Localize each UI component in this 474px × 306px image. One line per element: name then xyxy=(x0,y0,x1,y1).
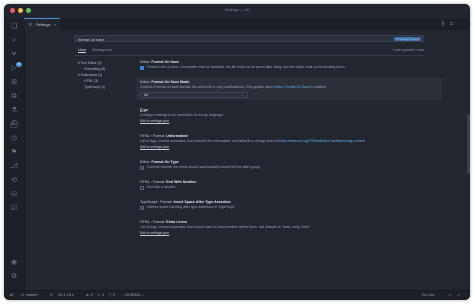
title-bar: Settings — nb xyxy=(4,4,470,19)
edit-in-settings-json-link[interactable]: Edit in settings.json xyxy=(140,231,438,236)
sync-icon[interactable]: ⟳ xyxy=(50,293,53,297)
vscode-window: Settings — nb ❏ ⌕ ⑂ 8 ▷ ⊞ ⧉ ⚗ ⛴ ◷ ⚑ ⎇ ⟲ … xyxy=(4,4,470,300)
git-graph-icon[interactable]: ⎇ xyxy=(9,162,19,172)
files-icon[interactable]: ❏ xyxy=(9,22,19,32)
editor-tab-bar: ≡ Settings × ⎘ ◫ ⋯ xyxy=(24,18,470,30)
testing-icon[interactable]: ⚗ xyxy=(9,106,19,116)
more-actions-icon[interactable]: ⋯ xyxy=(458,21,464,26)
account-icon[interactable]: ◉ xyxy=(9,258,19,268)
end-with-newline-checkbox[interactable] xyxy=(140,185,144,190)
search-icon[interactable]: ⌕ xyxy=(9,36,19,46)
format-on-save-mode-select[interactable]: file ⌄ xyxy=(140,92,248,98)
status-bar: ⇄ ⎇ master* ⟳ Go 1.18.1 ⊗ 0 ⚠ 0 ⓘ 0 -- N… xyxy=(4,290,470,300)
remote-icon[interactable]: ⇄ xyxy=(10,293,13,297)
settings-toc: ▾ Text Editor (5) Formatting (5) ▾ Exten… xyxy=(78,60,134,90)
tab-user[interactable]: User xyxy=(78,47,87,53)
settings-scrollbar[interactable] xyxy=(466,58,470,290)
setting-description: List of tags, comma separated, that shou… xyxy=(140,225,311,229)
settings-found-badge: 9 Settings Found xyxy=(394,37,421,41)
database-icon[interactable]: ⛁ xyxy=(9,190,19,200)
feedback-icon[interactable]: ☺ xyxy=(448,293,452,297)
error-count[interactable]: 0 xyxy=(91,293,93,297)
remote-explorer-icon[interactable]: ⧉ xyxy=(9,92,19,102)
select-value: file xyxy=(144,93,149,97)
search-value: format on save xyxy=(78,37,105,42)
setting-description: List of tags, comma separated, that shou… xyxy=(140,139,366,143)
tab-close-icon[interactable]: × xyxy=(54,22,56,27)
run-debug-icon[interactable]: ▷ xyxy=(9,64,19,74)
todo-icon[interactable]: ☑ xyxy=(9,204,19,214)
tab-workspace[interactable]: Workspace xyxy=(92,47,112,52)
branch-icon: ⎇ xyxy=(20,293,25,297)
chevron-down-icon: ⌄ xyxy=(241,93,244,97)
setting-link[interactable]: https://www.w3.org/TR/html5/dom.html#phr… xyxy=(279,139,364,143)
setting-description: Format a file on save. A formatter must … xyxy=(147,65,346,69)
go-live-button[interactable]: Go Live xyxy=(422,293,434,297)
scroll-thumb[interactable] xyxy=(467,114,470,174)
warning-icon[interactable]: ⚠ xyxy=(97,293,100,297)
source-control-icon[interactable]: ⑂ xyxy=(9,50,19,60)
setting-html-end-with-newline: HTML › Format: End With Newline End with… xyxy=(136,178,442,192)
activity-bar: ❏ ⌕ ⑂ 8 ▷ ⊞ ⧉ ⚗ ⛴ ◷ ⚑ ⎇ ⟲ ⛁ ☑ ◉ ⚙ xyxy=(4,18,25,290)
edit-in-settings-json-link[interactable]: Edit in settings.json xyxy=(140,119,438,124)
setting-description: Configure settings to be overridden for … xyxy=(140,113,224,117)
open-settings-json-icon[interactable]: ⎘ xyxy=(442,21,447,26)
settings-search-input[interactable]: format on save 9 Settings Found xyxy=(74,35,424,42)
window-title: Settings — nb xyxy=(224,7,250,12)
go-version[interactable]: Go 1.18.1 xyxy=(58,293,74,297)
bookmark-icon[interactable]: ⚑ xyxy=(9,148,19,158)
settings-list: Editor: Format On Save Format a file on … xyxy=(136,58,442,290)
setting-description: End with a newline. xyxy=(147,185,177,189)
vim-mode: -- NORMAL -- xyxy=(122,293,145,297)
manage-gear-icon[interactable]: ⚙ xyxy=(9,272,19,282)
info-count[interactable]: 0 xyxy=(113,293,115,297)
docker-icon[interactable]: ⛴ xyxy=(9,120,19,130)
setting-html-unformatted: HTML › Format: Unformatted List of tags,… xyxy=(136,132,442,152)
git-branch[interactable]: master* xyxy=(26,293,38,297)
setting-html-extra-liners: HTML › Format: Extra Liners List of tags… xyxy=(136,218,442,238)
settings-scope-tabs: User Workspace Last synced: now xyxy=(74,47,424,56)
editor-actions: ⎘ ◫ ⋯ xyxy=(442,21,465,26)
setting-link[interactable]: Editor: Format On Save xyxy=(274,85,310,89)
warning-count[interactable]: 0 xyxy=(102,293,104,297)
setting-format-on-type: Editor: Format On Type Controls whether … xyxy=(136,158,442,172)
notifications-bell-icon[interactable]: ♫ xyxy=(457,293,460,297)
setting-format-on-save: Editor: Format On Save Format a file on … xyxy=(136,58,442,72)
setting-ts-insert-space-after-type-assertion: TypeScript › Format: Insert Space After … xyxy=(136,198,442,212)
edit-in-settings-json-link[interactable]: Edit in settings.json xyxy=(140,145,438,150)
live-share-icon[interactable]: ⟲ xyxy=(9,176,19,186)
tab-settings[interactable]: ≡ Settings × xyxy=(24,18,60,30)
format-on-save-checkbox[interactable] xyxy=(140,65,144,70)
setting-description: Controls whether the editor should autom… xyxy=(147,165,261,169)
info-icon[interactable]: ⓘ xyxy=(108,293,112,298)
extensions-icon[interactable]: ⊞ xyxy=(9,78,19,88)
tab-label: Settings xyxy=(36,22,51,27)
split-editor-icon[interactable]: ◫ xyxy=(450,21,455,26)
toc-item-typescript[interactable]: TypeScript (1) xyxy=(78,84,134,90)
settings-gear-icon: ≡ xyxy=(29,22,32,28)
insert-space-checkbox[interactable] xyxy=(140,205,144,210)
timeline-icon[interactable]: ◷ xyxy=(9,134,19,144)
last-synced-label: Last synced: now xyxy=(393,47,424,52)
error-icon[interactable]: ⊗ xyxy=(86,293,89,297)
setting-description: Defines space handling after type assert… xyxy=(147,205,236,209)
setting-description: Controls if format on save formats the w… xyxy=(140,85,327,89)
setting-format-on-save-mode: ⚙ Editor: Format On Save Mode Controls i… xyxy=(136,78,442,100)
format-on-type-checkbox[interactable] xyxy=(140,165,144,170)
setting-go: [] go Configure settings to be overridde… xyxy=(136,106,442,126)
